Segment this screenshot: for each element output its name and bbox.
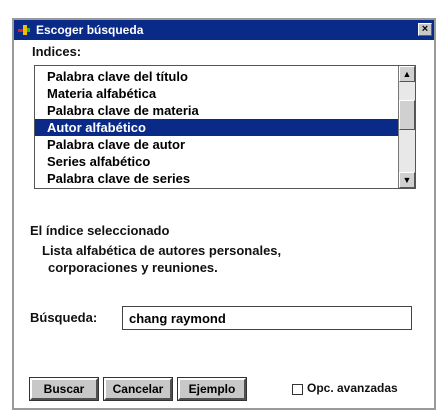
scroll-down-button[interactable]: ▼: [399, 172, 415, 188]
advanced-options-label[interactable]: Opc. avanzadas: [307, 381, 398, 395]
advanced-options-checkbox[interactable]: [292, 384, 303, 395]
index-list-item[interactable]: Autor alfabético: [35, 119, 399, 136]
scroll-thumb[interactable]: [399, 100, 415, 130]
close-icon: ×: [421, 23, 429, 35]
scroll-up-icon: ▲: [402, 69, 412, 79]
indices-list-items: Palabra clave del título Materia alfabéti…: [35, 68, 399, 187]
app-icon[interactable]: [18, 24, 30, 36]
indices-label: Indices:: [32, 44, 82, 59]
selected-index-label: El índice seleccionado: [30, 223, 170, 238]
scroll-down-icon: ▼: [402, 175, 412, 185]
indices-listbox[interactable]: Palabra clave del título Materia alfabéti…: [34, 65, 416, 189]
title-bar[interactable]: Escoger búsqueda ×: [14, 20, 434, 40]
index-list-item[interactable]: Palabra clave de autor: [35, 136, 399, 153]
search-input[interactable]: [122, 306, 412, 330]
example-button[interactable]: Ejemplo: [177, 377, 247, 401]
search-label: Búsqueda:: [30, 310, 98, 325]
cancel-button[interactable]: Cancelar: [103, 377, 173, 401]
scroll-up-button[interactable]: ▲: [399, 66, 415, 82]
index-list-item[interactable]: Series alfabético: [35, 153, 399, 170]
description-line-2: corporaciones y reuniones.: [48, 260, 218, 275]
index-list-item[interactable]: Materia alfabética: [35, 85, 399, 102]
window-title: Escoger búsqueda: [36, 23, 144, 37]
description-line-1: Lista alfabética de autores personales,: [42, 243, 282, 258]
index-list-item[interactable]: Palabra clave del título: [35, 68, 399, 85]
close-button[interactable]: ×: [418, 23, 432, 36]
index-list-item[interactable]: Palabra clave de materia: [35, 102, 399, 119]
index-list-item[interactable]: Palabra clave de series: [35, 170, 399, 187]
indices-scrollbar[interactable]: ▲ ▼: [398, 66, 415, 188]
selected-index-description: Lista alfabética de autores personales, …: [42, 242, 281, 276]
search-button[interactable]: Buscar: [29, 377, 99, 401]
